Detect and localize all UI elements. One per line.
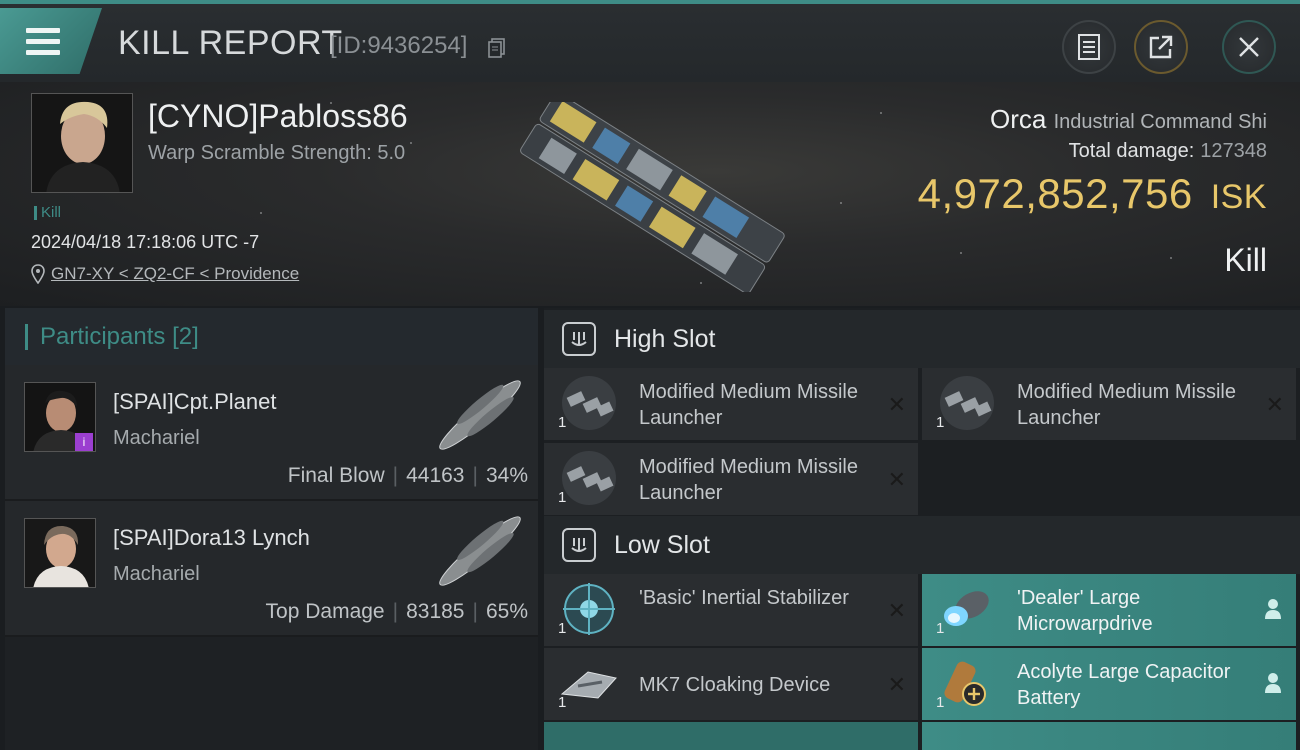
participant-ship-image	[439, 380, 521, 450]
destroyed-x-icon: ✕	[887, 392, 906, 417]
report-icon	[1078, 34, 1100, 60]
victim-ship-image	[520, 102, 785, 292]
warp-scramble-strength: Warp Scramble Strength: 5.0	[148, 142, 406, 164]
module-quantity: 1	[558, 489, 567, 506]
module-quantity: 1	[936, 414, 945, 431]
high-slot-header: High Slot	[544, 310, 1300, 368]
victim-summary: [CYNO]Pabloss86 Warp Scramble Strength: …	[0, 82, 1300, 306]
module-name: 'Dealer' Large Microwarpdrive	[1017, 587, 1153, 635]
kill-result: Kill	[1224, 242, 1267, 278]
participant-row[interactable]: [SPAI]Dora13 Lynch Machariel Top Damage |…	[5, 501, 538, 637]
total-damage: Total damage: 127348	[1068, 140, 1267, 162]
participant-damage-stat: Top Damage | 83185 | 65%	[265, 600, 528, 623]
close-icon	[1239, 37, 1259, 57]
header-bar: KILL REPORT [ID:9436254]	[0, 4, 1300, 82]
participant-avatar[interactable]	[24, 518, 96, 588]
inertial-stabilizer-icon	[563, 583, 615, 635]
participant-ship-image	[439, 516, 521, 586]
person-icon	[1265, 673, 1281, 693]
location-pin-icon	[31, 264, 45, 284]
module-quantity: 1	[936, 694, 945, 711]
share-button[interactable]	[1134, 20, 1188, 74]
slot-icon	[562, 322, 596, 356]
destroyed-x-icon: ✕	[887, 467, 906, 492]
menu-icon	[26, 28, 60, 61]
participant-info-badge: i	[75, 433, 93, 451]
module-item[interactable]: 1 Modified Medium Missile Launcher ✕	[922, 368, 1296, 440]
missile-launcher-icon	[562, 376, 616, 430]
isk-value: 4,972,852,756 ISK	[917, 170, 1267, 217]
report-id: [ID:9436254]	[330, 32, 468, 59]
slot-icon	[562, 528, 596, 562]
module-name: Modified Medium Missile Launcher	[639, 456, 858, 504]
report-button[interactable]	[1062, 20, 1116, 74]
microwarpdrive-icon	[944, 591, 989, 626]
module-quantity: 1	[558, 620, 567, 637]
module-item[interactable]: 1 'Dealer' Large Microwarpdrive	[922, 574, 1296, 646]
module-quantity: 1	[558, 694, 567, 711]
module-name: Acolyte Large Capacitor Battery	[1017, 661, 1231, 709]
capacitor-battery-icon	[944, 661, 986, 706]
page-title: KILL REPORT	[118, 24, 343, 62]
module-item[interactable]: 1 MK7 Cloaking Device ✕	[544, 648, 918, 720]
copy-icon[interactable]	[488, 38, 506, 58]
destroyed-x-icon: ✕	[887, 598, 906, 623]
participant-damage-stat: Final Blow | 44163 | 34%	[287, 464, 528, 487]
module-quantity: 1	[936, 620, 945, 637]
menu-button[interactable]	[0, 8, 102, 74]
low-slot-header: Low Slot	[544, 516, 1300, 574]
victim-name[interactable]: [CYNO]Pabloss86	[148, 98, 408, 135]
module-item-partial[interactable]	[544, 722, 918, 750]
module-name: Modified Medium Missile Launcher	[639, 381, 858, 429]
kill-datetime: 2024/04/18 17:18:06 UTC -7	[31, 232, 260, 252]
participant-row[interactable]: i [SPAI]Cpt.Planet Machariel Final Blow |…	[5, 365, 538, 501]
kill-type-tag: Kill	[34, 204, 61, 221]
module-item[interactable]: 1 Acolyte Large Capacitor Battery	[922, 648, 1296, 720]
module-name: Modified Medium Missile Launcher	[1017, 381, 1236, 429]
participant-ship: Machariel	[113, 427, 200, 449]
module-item-partial[interactable]	[922, 722, 1296, 750]
share-icon	[1149, 35, 1173, 59]
participant-name[interactable]: [SPAI]Dora13 Lynch	[113, 525, 310, 551]
participants-panel: Participants [2] i [SPAI]Cpt.Planet Mach…	[5, 308, 538, 750]
participant-ship: Machariel	[113, 563, 200, 585]
fitting-panel: High Slot 1 Modified Medium Missile Laun…	[544, 308, 1300, 750]
destroyed-x-icon: ✕	[1265, 392, 1284, 417]
victim-portrait[interactable]	[31, 93, 133, 193]
victim-ship[interactable]: Orca Industrial Command Shi	[990, 104, 1267, 135]
module-name: 'Basic' Inertial Stabilizer	[639, 587, 849, 609]
missile-launcher-icon	[940, 376, 994, 430]
person-icon	[1265, 599, 1281, 619]
missile-launcher-icon	[562, 451, 616, 505]
close-button[interactable]	[1222, 20, 1276, 74]
module-item[interactable]: 1 Modified Medium Missile Launcher ✕	[544, 443, 918, 515]
participants-header[interactable]: Participants [2]	[5, 308, 538, 365]
module-name: MK7 Cloaking Device	[639, 674, 831, 696]
module-quantity: 1	[558, 414, 567, 431]
destroyed-x-icon: ✕	[887, 672, 906, 697]
participant-name[interactable]: [SPAI]Cpt.Planet	[113, 389, 276, 415]
module-item[interactable]: 1 Modified Medium Missile Launcher ✕	[544, 368, 918, 440]
cloaking-device-icon	[560, 671, 617, 699]
kill-location[interactable]: GN7-XY < ZQ2-CF < Providence	[31, 264, 299, 284]
module-item[interactable]: 1 'Basic' Inertial Stabilizer ✕	[544, 574, 918, 646]
